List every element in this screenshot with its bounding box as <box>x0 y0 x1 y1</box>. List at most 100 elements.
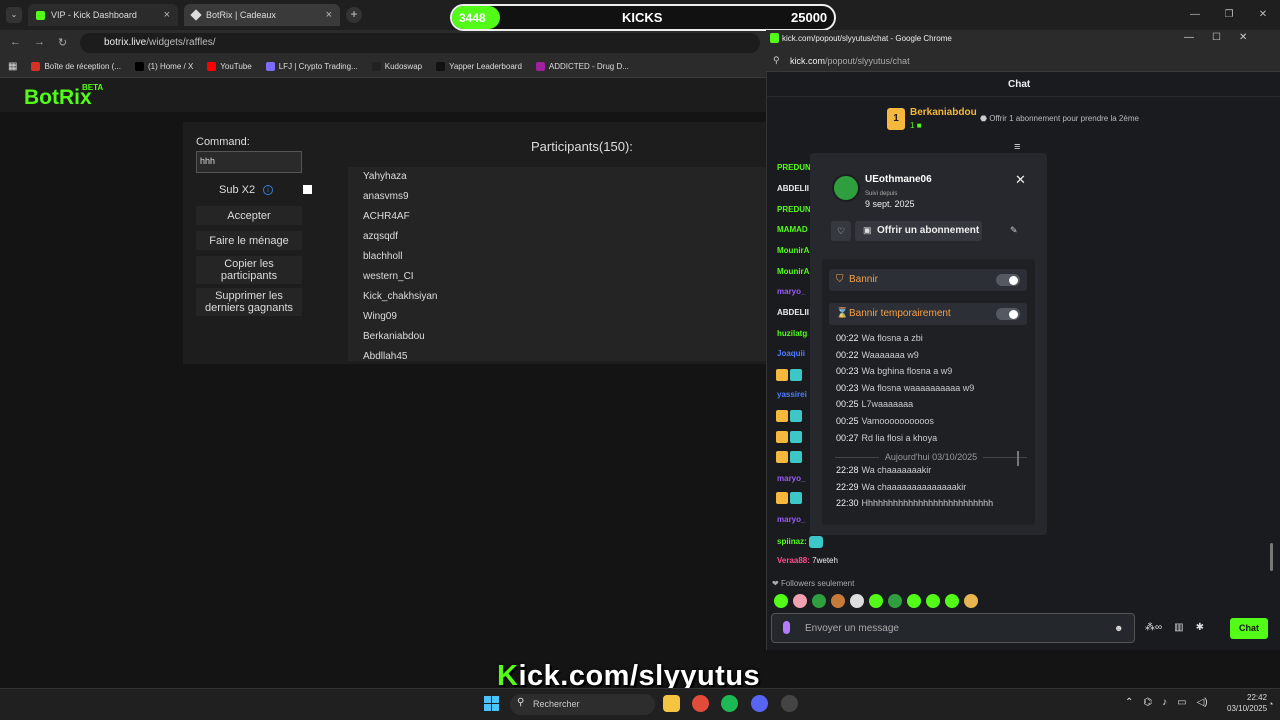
gear-icon[interactable]: ✱ <box>1196 622 1204 633</box>
reload-icon[interactable]: ↻ <box>58 36 67 49</box>
command-input[interactable]: hhh <box>196 151 302 173</box>
clock-date[interactable]: 03/10/2025 <box>1227 704 1267 713</box>
maximize-icon[interactable]: ☐ <box>1212 32 1221 43</box>
bookmark-item[interactable]: (1) Home / X <box>134 62 194 71</box>
chat-send-button[interactable]: Chat <box>1230 618 1268 639</box>
clean-button[interactable]: Faire le ménage <box>196 231 302 250</box>
microphone-icon[interactable]: ♪ <box>1162 697 1167 708</box>
chat-username[interactable]: ABDELII <box>777 184 809 193</box>
close-icon[interactable]: × <box>326 9 332 21</box>
chat-username[interactable]: huzilatg <box>777 329 807 338</box>
participant-item: western_CI <box>363 271 414 282</box>
store-icon[interactable]: ▥ <box>1174 622 1183 633</box>
chat-username[interactable]: Joaquii <box>777 349 805 358</box>
tab-botrix[interactable]: BotRix | Cadeaux × <box>184 4 340 26</box>
chat-username[interactable]: spiinaz: <box>777 537 807 546</box>
timeout-toggle[interactable] <box>996 308 1020 320</box>
kicks-icon[interactable]: ⁂∞ <box>1145 622 1162 633</box>
gift-subscription-button[interactable]: Offrir un abonnement <box>855 221 982 241</box>
address-bar[interactable]: botrix.live/widgets/raffles/ <box>80 33 760 53</box>
close-icon[interactable]: ✕ <box>1015 172 1026 188</box>
participants-list[interactable]: Yahyhaza anasvms9 ACHR4AF azqsqdf blachholl w… <box>348 167 773 361</box>
site-info-icon[interactable]: ⚲ <box>773 55 780 66</box>
apps-icon[interactable]: ▦ <box>8 61 17 72</box>
spotify-icon[interactable] <box>721 695 738 712</box>
ban-toggle[interactable] <box>996 274 1020 286</box>
emote-icon[interactable] <box>964 594 978 608</box>
remove-winners-button[interactable]: Supprimer les derniers gagnants <box>196 288 302 316</box>
pinned-menu-icon[interactable]: ≡ <box>1014 141 1020 153</box>
new-tab-button[interactable]: + <box>346 7 362 23</box>
bookmark-item[interactable]: Boîte de réception (... <box>31 62 121 71</box>
discord-icon[interactable] <box>751 695 768 712</box>
emote-icon[interactable] <box>945 594 959 608</box>
emote-icon[interactable] <box>869 594 883 608</box>
bookmark-item[interactable]: ADDICTED - Drug D... <box>535 62 629 71</box>
forward-icon[interactable]: → <box>34 36 45 48</box>
chat-text: 7weteh <box>812 556 838 565</box>
chevron-up-icon[interactable]: ⌃ <box>1125 697 1133 708</box>
emote-icon[interactable] <box>831 594 845 608</box>
back-icon[interactable]: ← <box>10 36 21 48</box>
accept-button[interactable]: Accepter <box>196 206 302 225</box>
chat-username[interactable]: maryo_ <box>777 474 805 483</box>
chat-username[interactable]: PREDUN <box>777 205 811 214</box>
minimize-icon[interactable]: — <box>1178 0 1212 30</box>
microphone-icon[interactable] <box>783 621 790 634</box>
emote-icon[interactable] <box>812 594 826 608</box>
emote-icon[interactable] <box>793 594 807 608</box>
close-icon[interactable]: × <box>164 9 170 21</box>
message-history[interactable]: 00:22 Wa flosna a zbi 00:22 Waaaaaaa w9 00:2… <box>829 333 1027 508</box>
top-gifter-name[interactable]: Berkaniabdou <box>910 107 977 118</box>
chat-username[interactable]: yassirei <box>777 390 807 399</box>
emote-icon[interactable] <box>888 594 902 608</box>
emoji-icon[interactable]: ☻ <box>1114 623 1123 633</box>
notification-icon[interactable]: ◔ <box>1268 699 1273 709</box>
user-card-name[interactable]: UEothmane06 <box>865 174 932 185</box>
bookmark-item[interactable]: YouTube <box>207 62 252 71</box>
tab-kick-dashboard[interactable]: VIP - Kick Dashboard × <box>28 4 178 26</box>
chrome-icon[interactable] <box>692 695 709 712</box>
bookmark-item[interactable]: Kudoswap <box>371 62 422 71</box>
info-icon[interactable]: i <box>263 185 273 195</box>
file-explorer-icon[interactable] <box>663 695 680 712</box>
chat-username[interactable]: maryo_ <box>777 287 805 296</box>
follow-heart-button[interactable]: ♡ <box>831 221 851 241</box>
history-message: 22:28 Wa chaaaaaaakir <box>829 465 1027 482</box>
close-icon[interactable]: ✕ <box>1239 32 1247 43</box>
subx2-label: Sub X2 <box>219 184 256 196</box>
chat-scrollbar[interactable] <box>1270 543 1273 571</box>
emote-icon[interactable] <box>850 594 864 608</box>
chat-username[interactable]: maryo_ <box>777 515 805 524</box>
tab-search-button[interactable]: ⌄ <box>6 7 22 23</box>
subx2-checkbox[interactable] <box>303 185 312 194</box>
volume-icon[interactable]: ◁) <box>1197 697 1208 708</box>
app-icon[interactable] <box>781 695 798 712</box>
bookmark-item[interactable]: LFJ | Crypto Trading... <box>265 62 358 71</box>
chat-username[interactable]: MAMAD <box>777 225 808 234</box>
mute-icon[interactable]: ✎ <box>1010 225 1018 236</box>
chat-username[interactable]: Veraa88: <box>777 556 810 565</box>
emote-icon[interactable] <box>907 594 921 608</box>
chat-username[interactable]: MounirA <box>777 267 809 276</box>
taskbar-search[interactable]: Rechercher <box>510 694 655 715</box>
copy-participants-button[interactable]: Copier les participants <box>196 256 302 284</box>
windows-start-icon[interactable] <box>484 696 500 712</box>
chat-username[interactable]: MounirA <box>777 246 809 255</box>
close-icon[interactable]: ✕ <box>1246 0 1280 30</box>
popup-url[interactable]: kick.com/popout/slyyutus/chat <box>790 56 910 66</box>
minimize-icon[interactable]: — <box>1184 32 1194 43</box>
chat-username[interactable]: PREDUN <box>777 163 811 172</box>
network-icon[interactable]: ⌬ <box>1143 697 1152 708</box>
history-scrollbar[interactable] <box>1017 451 1019 466</box>
display-icon[interactable]: ▭ <box>1177 697 1186 708</box>
emote-icon[interactable] <box>774 594 788 608</box>
emote-icon[interactable] <box>926 594 940 608</box>
clock-time[interactable]: 22:42 <box>1247 693 1267 702</box>
chat-username[interactable]: ABDELII <box>777 308 809 317</box>
bookmark-label: (1) Home / X <box>147 62 194 71</box>
followers-only-notice: ❤ Followers seulement <box>772 579 854 588</box>
url-host: botrix.live <box>104 37 147 48</box>
bookmark-item[interactable]: Yapper Leaderboard <box>436 62 522 71</box>
maximize-icon[interactable]: ❐ <box>1212 0 1246 30</box>
